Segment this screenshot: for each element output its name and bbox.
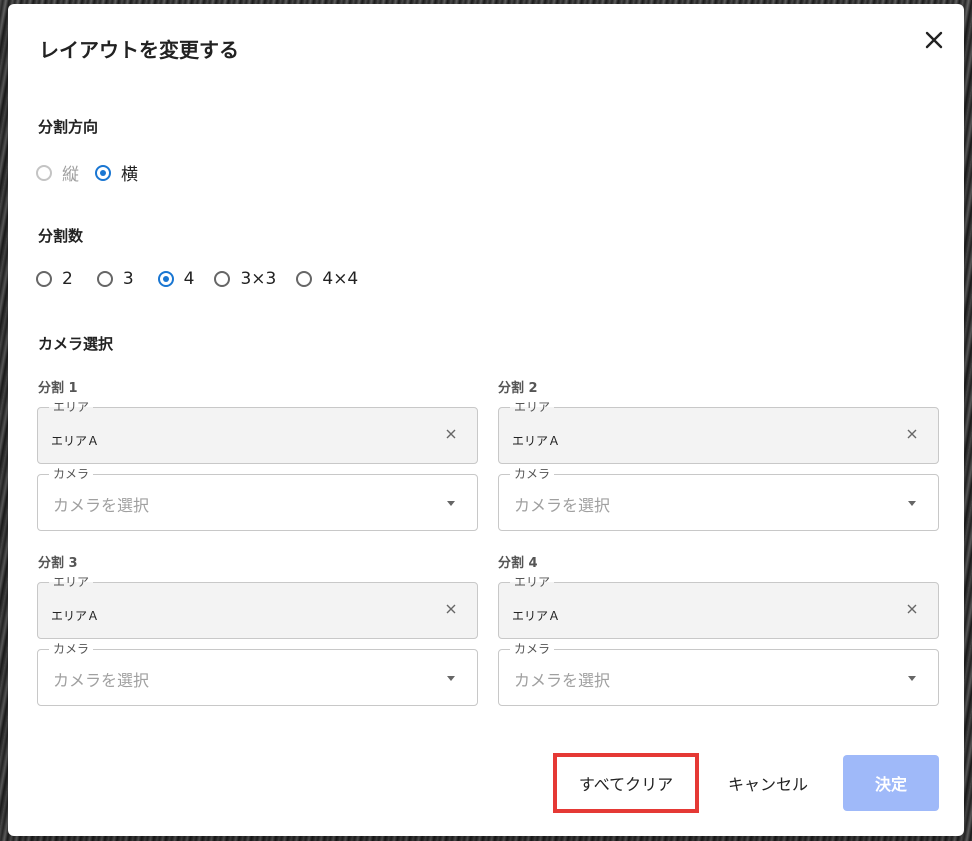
cancel-button[interactable]: キャンセル [718,755,818,811]
radio-label: 4 [183,269,195,289]
split-3-camera-select[interactable]: カメラ カメラを選択 [37,642,478,706]
split-3-area-field[interactable]: エリア エリアＡ [37,575,478,639]
radio-label: 3×3 [240,269,277,289]
split-4-camera-select[interactable]: カメラ カメラを選択 [498,642,939,706]
area-value: エリアＡ [512,609,561,623]
count-radio-group: 2 3 4 3×3 4×4 [36,269,374,289]
chevron-down-icon[interactable] [908,676,916,681]
area-field-label: エリア [510,575,555,589]
split-4-area-field[interactable]: エリア エリアＡ [498,575,939,639]
radio-label: 3 [122,269,134,289]
radio-label: 縦 [62,165,79,185]
layout-dialog: レイアウトを変更する 分割方向 縦 横 分割数 2 3 4 3×3 4×4 カメ… [8,4,964,836]
clear-button[interactable] [443,601,459,617]
clear-button[interactable] [904,601,920,617]
confirm-button[interactable]: 決定 [843,755,939,811]
radio-button[interactable] [96,271,113,287]
split-2-camera-select[interactable]: カメラ カメラを選択 [498,467,939,531]
split-2-area-field[interactable]: エリア エリアＡ [498,400,939,464]
camera-placeholder: カメラを選択 [514,671,611,690]
camera-placeholder: カメラを選択 [53,671,150,690]
split-4-label: 分割 4 [498,556,538,571]
radio-button[interactable] [157,271,174,287]
area-value: エリアＡ [512,434,561,448]
radio-label: 横 [121,165,138,185]
count-label: 分割数 [38,227,84,245]
clear-icon [907,429,917,439]
camera-placeholder: カメラを選択 [53,496,150,515]
split-2-label: 分割 2 [498,381,538,396]
area-value: エリアＡ [51,609,100,623]
close-icon [925,31,943,49]
area-field-label: エリア [49,400,94,414]
radio-button[interactable] [95,164,111,181]
count-option-3[interactable]: 3 [96,269,134,289]
area-field-label: エリア [49,575,94,589]
dialog-title: レイアウトを変更する [39,38,239,62]
clear-button[interactable] [443,426,459,442]
count-option-3x3[interactable]: 3×3 [214,269,276,289]
chevron-down-icon[interactable] [908,501,916,506]
split-1-area-field[interactable]: エリア エリアＡ [37,400,478,464]
radio-button[interactable] [36,164,52,181]
direction-option-horizontal[interactable]: 横 [95,160,138,185]
split-1-camera-select[interactable]: カメラ カメラを選択 [37,467,478,531]
chevron-down-icon[interactable] [447,501,455,506]
clear-icon [446,604,456,614]
clear-button[interactable] [904,426,920,442]
direction-label: 分割方向 [38,118,99,136]
radio-label: 4×4 [322,269,359,289]
camera-field-label: カメラ [49,467,94,481]
camera-field-label: カメラ [510,642,555,656]
camera-field-label: カメラ [49,642,94,656]
count-option-4[interactable]: 4 [157,269,195,289]
direction-option-vertical[interactable]: 縦 [36,160,79,185]
count-option-4x4[interactable]: 4×4 [296,269,358,289]
count-option-2[interactable]: 2 [36,269,73,289]
camera-field-label: カメラ [510,467,555,481]
camera-placeholder: カメラを選択 [514,496,611,515]
split-1-label: 分割 1 [38,381,78,396]
split-3-label: 分割 3 [38,556,78,571]
camera-select-label: カメラ選択 [38,335,114,353]
radio-label: 2 [62,269,73,289]
area-value: エリアＡ [51,434,100,448]
radio-button[interactable] [296,271,313,287]
close-button[interactable] [918,24,950,56]
direction-radio-group: 縦 横 [36,160,154,185]
clear-all-button[interactable]: すべてクリア [553,753,699,813]
clear-icon [907,604,917,614]
chevron-down-icon[interactable] [447,676,455,681]
area-field-label: エリア [510,400,555,414]
radio-button[interactable] [214,271,231,287]
clear-icon [446,429,456,439]
radio-button[interactable] [36,271,52,287]
